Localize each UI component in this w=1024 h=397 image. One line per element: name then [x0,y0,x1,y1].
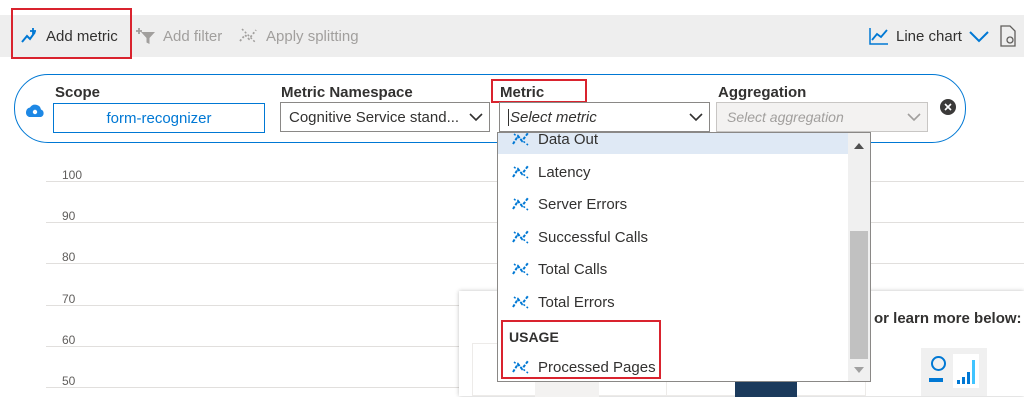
tile-illustration [735,382,797,397]
more-options-button[interactable] [998,15,1024,57]
dropdown-group-header: USAGE [509,329,559,345]
scope-value: form-recognizer [106,109,212,127]
scroll-up-icon [854,143,864,149]
filter-icon [136,28,155,44]
metric-namespace-value: Cognitive Service stand... [289,108,460,126]
cloud-resource-icon [25,104,44,117]
dropdown-option[interactable]: Data Out [498,132,848,154]
add-filter-label: Add filter [163,27,223,45]
dropdown-option-label: Server Errors [538,195,628,213]
apply-splitting-button[interactable]: Apply splitting [238,15,359,57]
metric-label: Metric [500,84,545,101]
chevron-down-icon [463,112,489,122]
scope-field[interactable]: form-recognizer [53,103,265,133]
metric-namespace-dropdown[interactable]: Cognitive Service stand... [280,102,490,132]
add-metric-label: Add metric [46,27,118,45]
aggregation-label: Aggregation [718,84,807,101]
y-tick-label: 100 [62,168,83,182]
dropdown-option-label: Total Errors [538,293,615,311]
dropdown-option[interactable]: Processed Pages [498,352,848,381]
dropdown-option-label: Total Calls [538,260,608,278]
metric-icon [512,197,529,211]
metric-dropdown-list: Data Out Latency Server Errors Successfu… [497,132,871,382]
dropdown-option[interactable]: Total Errors [498,287,848,317]
metric-placeholder: Select metric [508,108,683,126]
info-card-text: or learn more below: [874,310,1022,327]
metric-icon [512,295,529,309]
metric-icon [512,165,529,179]
dropdown-option-label: Successful Calls [538,228,649,246]
y-tick-label: 70 [62,292,76,306]
splitting-icon [239,28,257,44]
y-tick-label: 60 [62,333,76,347]
add-metric-icon [21,28,36,43]
metric-dropdown[interactable]: Select metric [499,102,710,132]
metric-icon [512,262,529,276]
y-tick-label: 80 [62,250,76,264]
dropdown-scrollbar[interactable] [848,133,870,381]
scroll-down-icon [854,367,864,373]
y-tick-label: 50 [62,374,76,388]
apply-splitting-label: Apply splitting [266,27,359,45]
chart-type-label: Line chart [896,27,962,45]
chevron-down-icon [969,31,989,43]
add-metric-button[interactable]: Add metric [20,15,118,57]
dropdown-option-label: Processed Pages [538,358,656,376]
metric-namespace-label: Metric Namespace [281,84,413,101]
metric-icon [512,230,529,244]
metric-icon [512,360,529,374]
aggregation-placeholder: Select aggregation [727,109,844,125]
dropdown-option[interactable]: Latency [498,157,848,187]
dropdown-option[interactable]: Total Calls [498,254,848,284]
metric-icon [512,133,529,146]
dropdown-option-label: Latency [538,163,591,181]
scope-label: Scope [55,84,101,101]
aggregation-dropdown[interactable]: Select aggregation [716,102,928,132]
document-icon [1000,25,1016,47]
dropdown-option-label: Data Out [538,132,599,148]
remove-metric-button[interactable] [940,99,956,115]
add-filter-button[interactable]: Add filter [135,15,222,57]
toolbar: Add metric Add filter Apply splitting Li… [0,15,1024,57]
metrics-illustration-icon [921,348,987,396]
close-icon [944,103,952,111]
y-tick-label: 90 [62,209,76,223]
chevron-down-icon [901,112,927,122]
dropdown-option[interactable]: Server Errors [498,189,848,219]
chevron-down-icon [683,112,709,122]
scrollbar-thumb[interactable] [850,231,868,359]
chart-type-selector[interactable]: Line chart [868,15,996,57]
dropdown-option[interactable]: Successful Calls [498,222,848,252]
line-chart-icon [869,28,888,45]
